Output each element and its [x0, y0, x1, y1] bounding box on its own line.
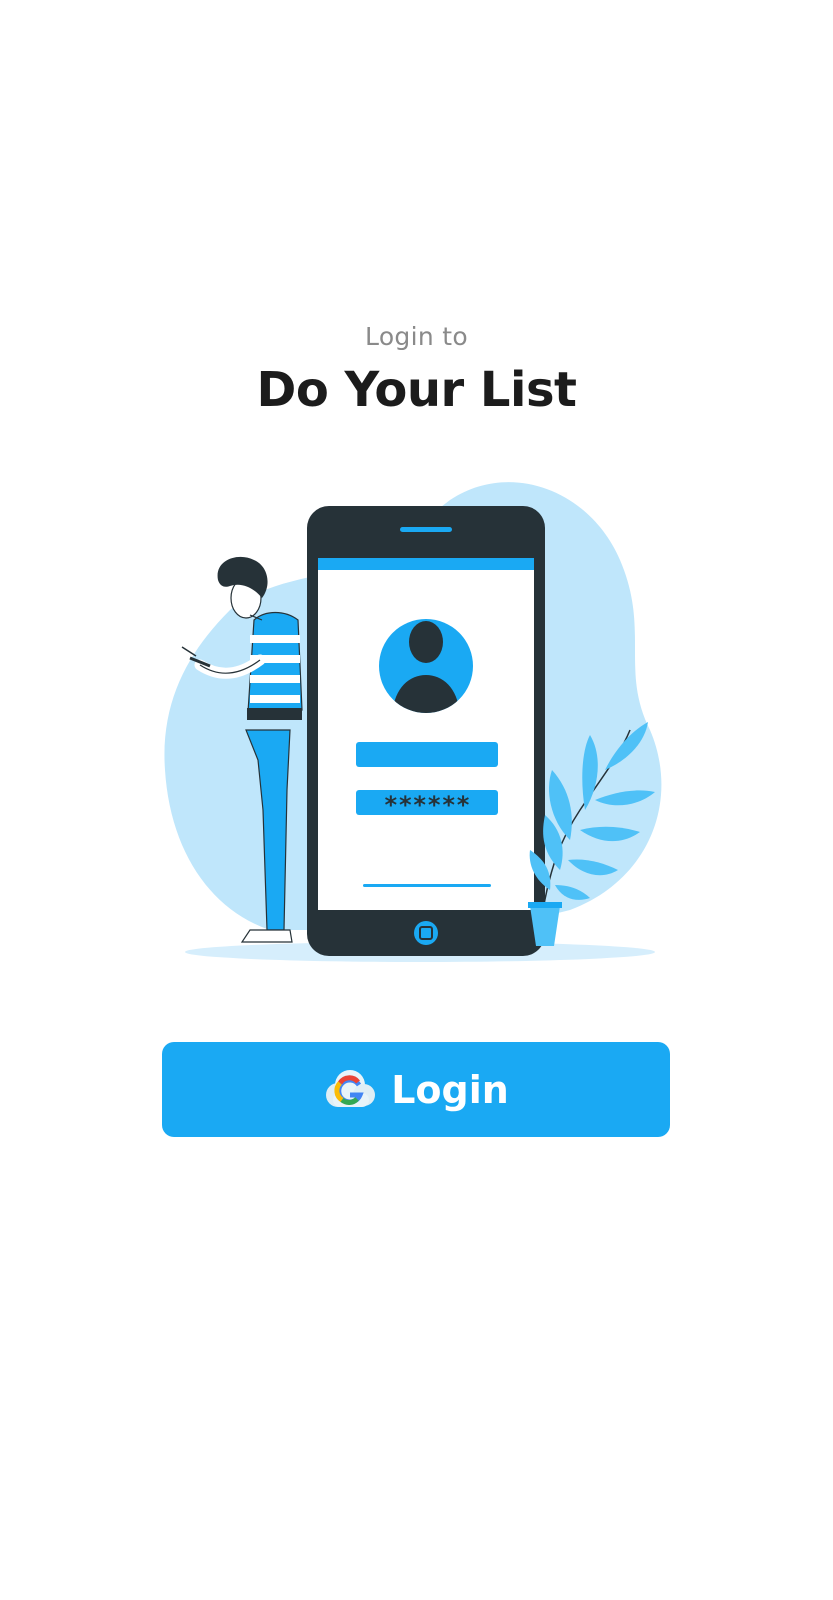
- login-illustration: ******: [164, 482, 662, 962]
- phone-status-bar: [318, 558, 534, 570]
- login-button-label: Login: [391, 1067, 509, 1112]
- app-title: Do Your List: [256, 362, 577, 418]
- home-button-icon: [414, 921, 438, 945]
- google-icon: [326, 1069, 376, 1107]
- login-screen: Login to Do Your List ****** Login: [0, 0, 833, 1600]
- username-field: [356, 742, 498, 767]
- password-mask: ******: [384, 791, 471, 819]
- screen-underline: [363, 884, 491, 887]
- phone-screen: [318, 558, 534, 910]
- google-login-button[interactable]: Login: [162, 1042, 670, 1137]
- phone-speaker: [400, 527, 452, 532]
- login-subtitle: Login to: [365, 322, 468, 351]
